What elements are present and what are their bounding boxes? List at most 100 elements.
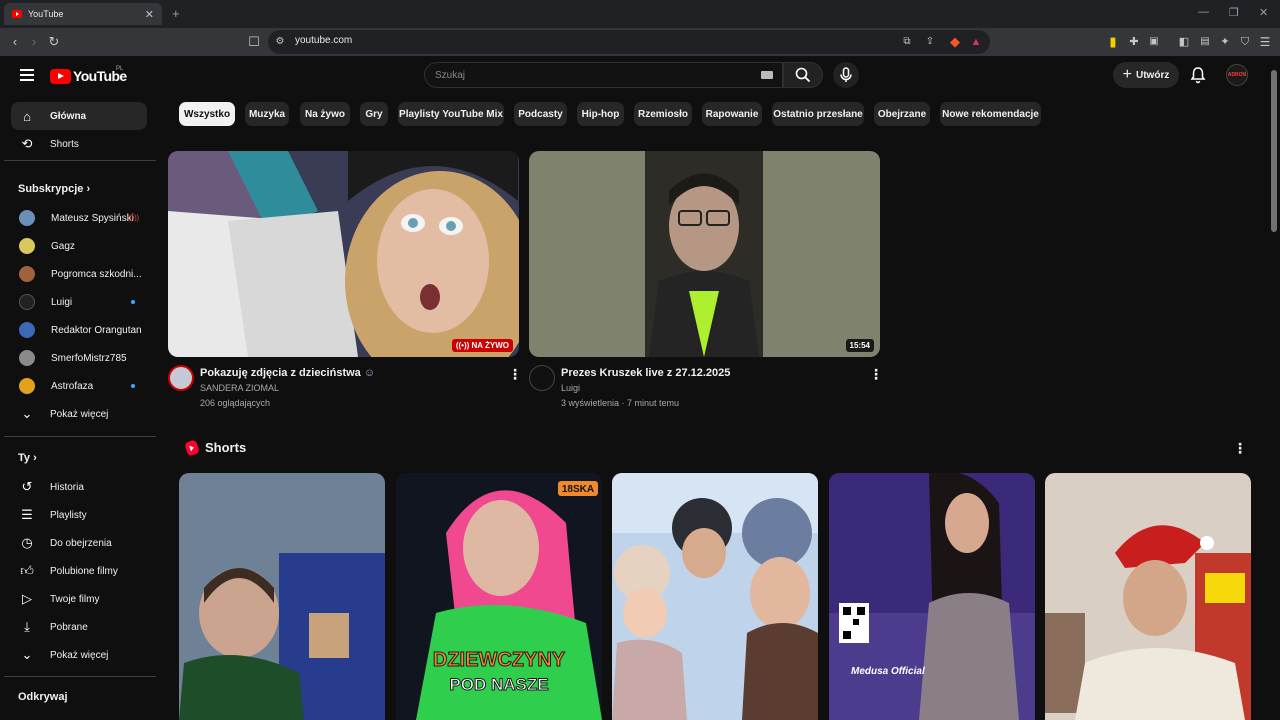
explore-header: Odkrywaj	[18, 691, 68, 703]
browser-tab[interactable]: YouTube ✕	[4, 3, 162, 25]
leo-ai-icon[interactable]: ✦	[1217, 34, 1233, 50]
sidebar-show-more-subscriptions[interactable]: ⌄ Pokaż więcej	[11, 400, 147, 428]
back-icon[interactable]: ‹	[7, 34, 23, 50]
short-overlay-text: 18SKA	[562, 484, 594, 495]
extensions-puzzle-icon[interactable]: ✚	[1126, 34, 1142, 50]
browser-tab-bar: YouTube ✕ + — ❐ ✕	[0, 0, 1280, 28]
sidebar-item-label: Luigi	[51, 296, 73, 308]
channel-name[interactable]: SANDERA ZIOMAL	[200, 383, 279, 393]
chip-live[interactable]: Na żywo	[300, 102, 350, 126]
extension-icon[interactable]: ▮	[1105, 34, 1121, 50]
sidebar-item-subscription[interactable]: Luigi	[11, 288, 147, 316]
short-image	[612, 473, 818, 720]
video-title[interactable]: Prezes Kruszek live z 27.12.2025	[561, 367, 730, 379]
sidebar-item-subscription[interactable]: Mateusz Spysiński ((•))	[11, 204, 147, 232]
channel-avatar	[19, 350, 35, 366]
voice-search-button[interactable]	[833, 62, 859, 88]
close-tab-icon[interactable]: ✕	[145, 8, 154, 21]
reload-icon[interactable]: ↻	[46, 34, 62, 50]
wallet-icon[interactable]: ▤	[1197, 34, 1213, 50]
sidebar-item-subscription[interactable]: SmerfoMistrz785	[11, 344, 147, 372]
notifications-bell-icon[interactable]	[1189, 66, 1207, 84]
chip-new-to-you[interactable]: Nowe rekomendacje	[940, 102, 1041, 126]
video-title[interactable]: Pokazuję zdjęcia z dzieciństwa ☺	[200, 367, 375, 379]
sidebar-item-shorts[interactable]: ⟲ Shorts	[11, 130, 147, 158]
sidebar-item-home[interactable]: ⌂ Główna	[11, 102, 147, 130]
channel-avatar[interactable]	[529, 365, 555, 391]
new-tab-icon[interactable]: +	[172, 6, 180, 21]
sidebar-item-subscription[interactable]: Pogromca szkodni...	[11, 260, 147, 288]
sidebar-item-history[interactable]: ↺ Historia	[11, 473, 147, 501]
shelf-more-icon[interactable]: ⋮	[1233, 440, 1247, 457]
channel-name[interactable]: Luigi	[561, 383, 580, 393]
video-thumbnail[interactable]: 15:54	[529, 151, 880, 357]
account-avatar[interactable]: ADRON	[1226, 64, 1248, 86]
video-thumbnail[interactable]: ((•)) NA ŻYWO	[168, 151, 519, 357]
browser-menu-icon[interactable]: ☰	[1257, 34, 1273, 50]
page-scrollbar[interactable]	[1268, 56, 1280, 720]
you-header[interactable]: Ty ›	[18, 452, 37, 464]
chip-rap[interactable]: Rapowanie	[702, 102, 762, 126]
brave-shield-icon[interactable]: ◆	[947, 34, 963, 50]
like-icon: 👍︎	[20, 563, 34, 578]
minimize-icon[interactable]: —	[1198, 6, 1209, 18]
sidebar-item-subscription[interactable]: Astrofaza	[11, 372, 147, 400]
maximize-icon[interactable]: ❐	[1229, 6, 1239, 19]
short-thumbnail[interactable]	[1045, 473, 1251, 720]
chip-mixes[interactable]: Playlisty YouTube Mix	[398, 102, 504, 126]
sidebar-item-subscription[interactable]: Gagz	[11, 232, 147, 260]
sidebar-item-your-videos[interactable]: ▷ Twoje filmy	[11, 585, 147, 613]
sidebar-item-label: SmerfoMistrz785	[51, 352, 127, 364]
chip-gaming[interactable]: Gry	[360, 102, 388, 126]
reading-list-icon[interactable]: ▣	[1146, 34, 1162, 50]
sidebar-item-playlists[interactable]: ☰ Playlisty	[11, 501, 147, 529]
more-actions-icon[interactable]: ⋮	[508, 366, 522, 383]
channel-avatar[interactable]	[168, 365, 194, 391]
chip-music[interactable]: Muzyka	[245, 102, 289, 126]
sidebar-item-watch-later[interactable]: ◷ Do obejrzenia	[11, 529, 147, 557]
short-thumbnail[interactable]: 18SKA DZIEWCZYNY POD NASZE	[396, 473, 602, 720]
download-icon: ⤓	[24, 619, 30, 634]
chip-hiphop[interactable]: Hip-hop	[577, 102, 624, 126]
scrollbar-thumb[interactable]	[1271, 70, 1277, 232]
short-thumbnail[interactable]	[612, 473, 818, 720]
site-settings-icon[interactable]: ⚙	[272, 34, 288, 50]
subscriptions-header[interactable]: Subskrypcje ›	[18, 183, 90, 195]
create-button[interactable]: + Utwórz	[1113, 62, 1179, 88]
keyboard-icon[interactable]	[761, 71, 773, 79]
address-text[interactable]: youtube.com	[295, 35, 352, 46]
bookmark-icon[interactable]: ☐	[246, 34, 262, 50]
sidebar-item-liked-videos[interactable]: 👍︎ Polubione filmy	[11, 557, 147, 585]
address-bar[interactable]	[268, 30, 990, 54]
search-input[interactable]: Szukaj	[424, 62, 783, 88]
short-thumbnail[interactable]	[179, 473, 385, 720]
short-image	[179, 473, 385, 720]
more-actions-icon[interactable]: ⋮	[869, 366, 883, 383]
shorts-icon	[184, 438, 200, 457]
share-icon[interactable]: ⇪	[922, 34, 938, 50]
forward-icon[interactable]: ›	[26, 34, 42, 50]
sidebar-toggle-icon[interactable]: ◧	[1176, 34, 1192, 50]
vpn-shield-icon[interactable]: ⛉	[1237, 34, 1253, 50]
sidebar-show-more-you[interactable]: ⌄ Pokaż więcej	[11, 641, 147, 669]
brave-rewards-icon[interactable]: ▲	[968, 34, 984, 50]
sidebar-item-label: Pobrane	[50, 621, 88, 633]
short-thumbnail[interactable]: Medusa Official	[829, 473, 1035, 720]
chip-all[interactable]: Wszystko	[179, 102, 235, 126]
short-image	[829, 473, 1035, 720]
chip-watched[interactable]: Obejrzane	[874, 102, 930, 126]
search-icon	[795, 67, 811, 83]
channel-avatar	[19, 322, 35, 338]
search-button[interactable]	[783, 62, 823, 88]
sidebar-item-downloads[interactable]: ⤓ Pobrane	[11, 613, 147, 641]
open-external-icon[interactable]: ⧉	[899, 34, 915, 50]
sidebar-item-subscription[interactable]: Redaktor Orangutan	[11, 316, 147, 344]
chip-podcasts[interactable]: Podcasty	[514, 102, 567, 126]
sidebar-item-label: Astrofaza	[51, 380, 94, 392]
guide-menu-icon[interactable]	[20, 69, 34, 81]
chip-crafts[interactable]: Rzemiosło	[634, 102, 692, 126]
chip-recently-uploaded[interactable]: Ostatnio przesłane	[772, 102, 864, 126]
window-close-icon[interactable]: ✕	[1259, 6, 1268, 19]
channel-avatar	[19, 238, 35, 254]
sidebar-item-label: Pokaż więcej	[50, 649, 109, 661]
